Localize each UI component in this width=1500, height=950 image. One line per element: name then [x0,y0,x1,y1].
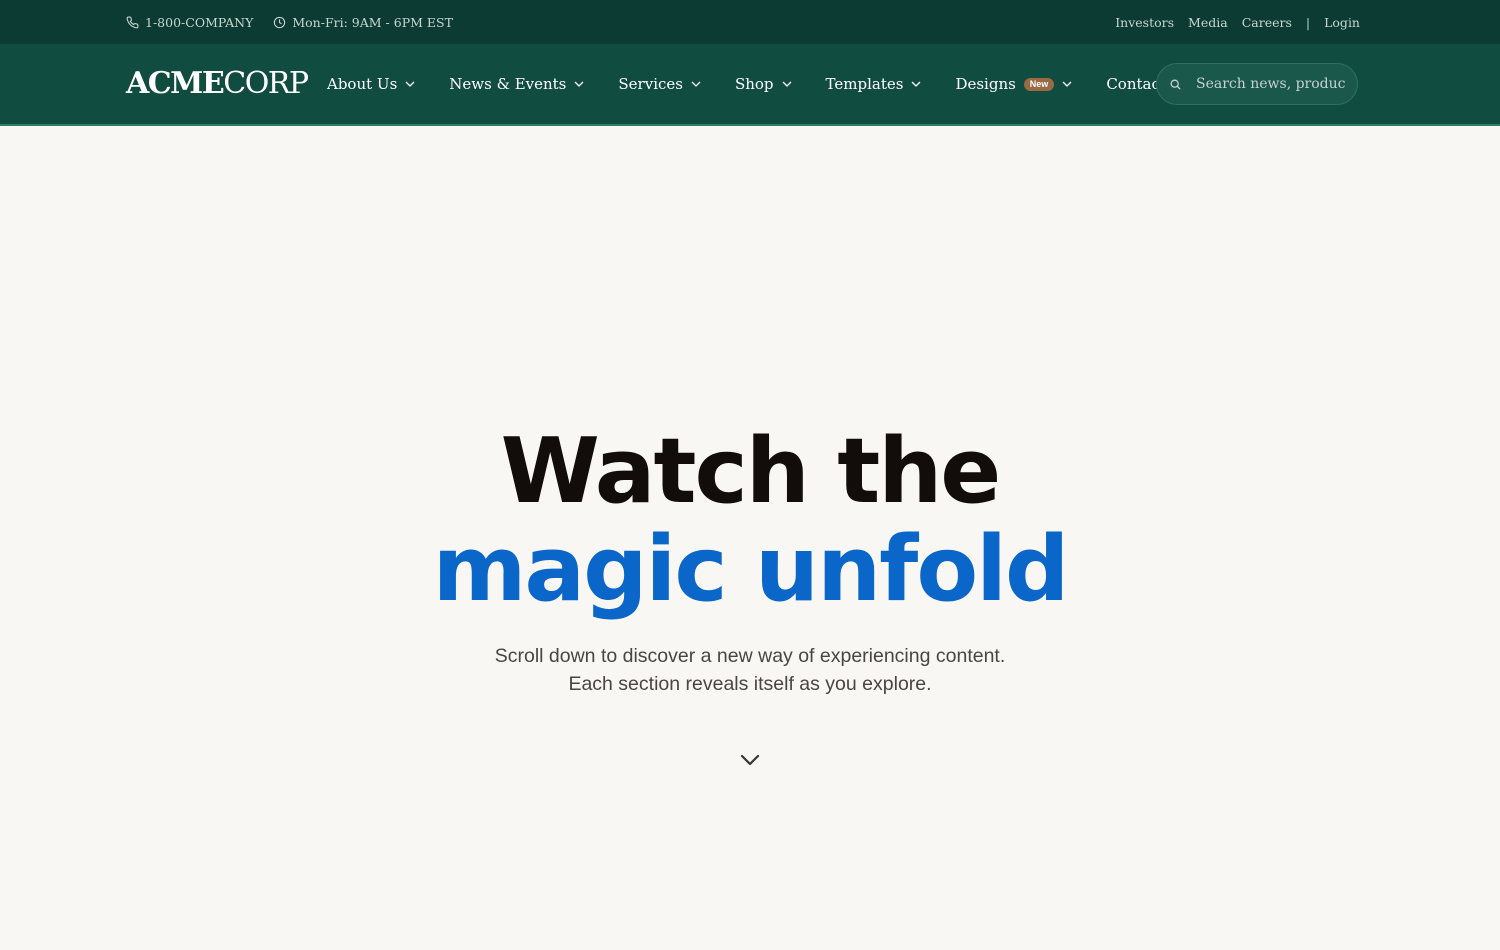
phone-icon [126,16,139,29]
careers-link[interactable]: Careers [1242,15,1292,30]
logo-word-acme: ACME [126,66,225,101]
nav-item-templates[interactable]: Templates [826,75,922,93]
chevron-down-icon [1062,81,1072,87]
media-link[interactable]: Media [1188,15,1228,30]
nav-item-label: Services [618,75,683,93]
search-input[interactable] [1196,76,1346,92]
nav-item-shop[interactable]: Shop [735,75,792,93]
nav-item-designs[interactable]: Designs New [955,75,1072,93]
search-box[interactable] [1156,63,1358,105]
hours-info: Mon-Fri: 9AM - 6PM EST [273,15,453,30]
scroll-down-icon[interactable] [738,752,762,768]
nav-item-label: Designs [955,75,1016,93]
chevron-down-icon [691,81,701,87]
contact-info: 1-800-COMPANY Mon-Fri: 9AM - 6PM EST [126,0,453,44]
nav-item-label: Templates [825,75,904,93]
hero-section: Watch the magic unfold Scroll down to di… [0,126,1500,950]
utility-bar: 1-800-COMPANY Mon-Fri: 9AM - 6PM EST Inv… [0,0,1500,44]
phone-info[interactable]: 1-800-COMPANY [126,15,253,30]
main-navbar: ACMECORP About Us News & Events Services… [0,44,1500,126]
phone-number: 1-800-COMPANY [145,14,254,30]
clock-icon [273,16,286,29]
hero-subtitle-line-1: Scroll down to discover a new way of exp… [494,645,1006,667]
chevron-down-icon [911,81,921,87]
nav-item-about-us[interactable]: About Us [327,75,415,93]
hero-headline-line-2: magic unfold [432,517,1070,622]
nav-item-news-events[interactable]: News & Events [449,75,584,93]
business-hours: Mon-Fri: 9AM - 6PM EST [292,14,453,30]
hero-subtitle-line-2: Each section reveals itself as you explo… [568,673,932,695]
primary-menu: About Us News & Events Services Shop Tem… [327,44,1166,124]
hero-subtitle: Scroll down to discover a new way of exp… [0,642,1500,698]
login-link[interactable]: Login [1324,15,1360,30]
chevron-down-icon [405,81,415,87]
nav-item-label: Shop [734,75,774,93]
nav-item-services[interactable]: Services [618,75,701,93]
brand-logo[interactable]: ACMECORP [126,66,309,102]
new-badge: New [1023,77,1055,91]
logo-word-corp: CORP [223,66,309,101]
hero-headline-line-1: Watch the [500,419,1002,524]
chevron-down-icon [782,81,792,87]
nav-item-label: News & Events [449,75,567,93]
utility-links: Investors Media Careers | Login [1115,0,1360,44]
link-divider: | [1305,14,1311,30]
search-icon [1169,78,1182,91]
nav-item-label: About Us [327,75,398,93]
investors-link[interactable]: Investors [1115,15,1174,30]
chevron-down-icon [574,81,584,87]
